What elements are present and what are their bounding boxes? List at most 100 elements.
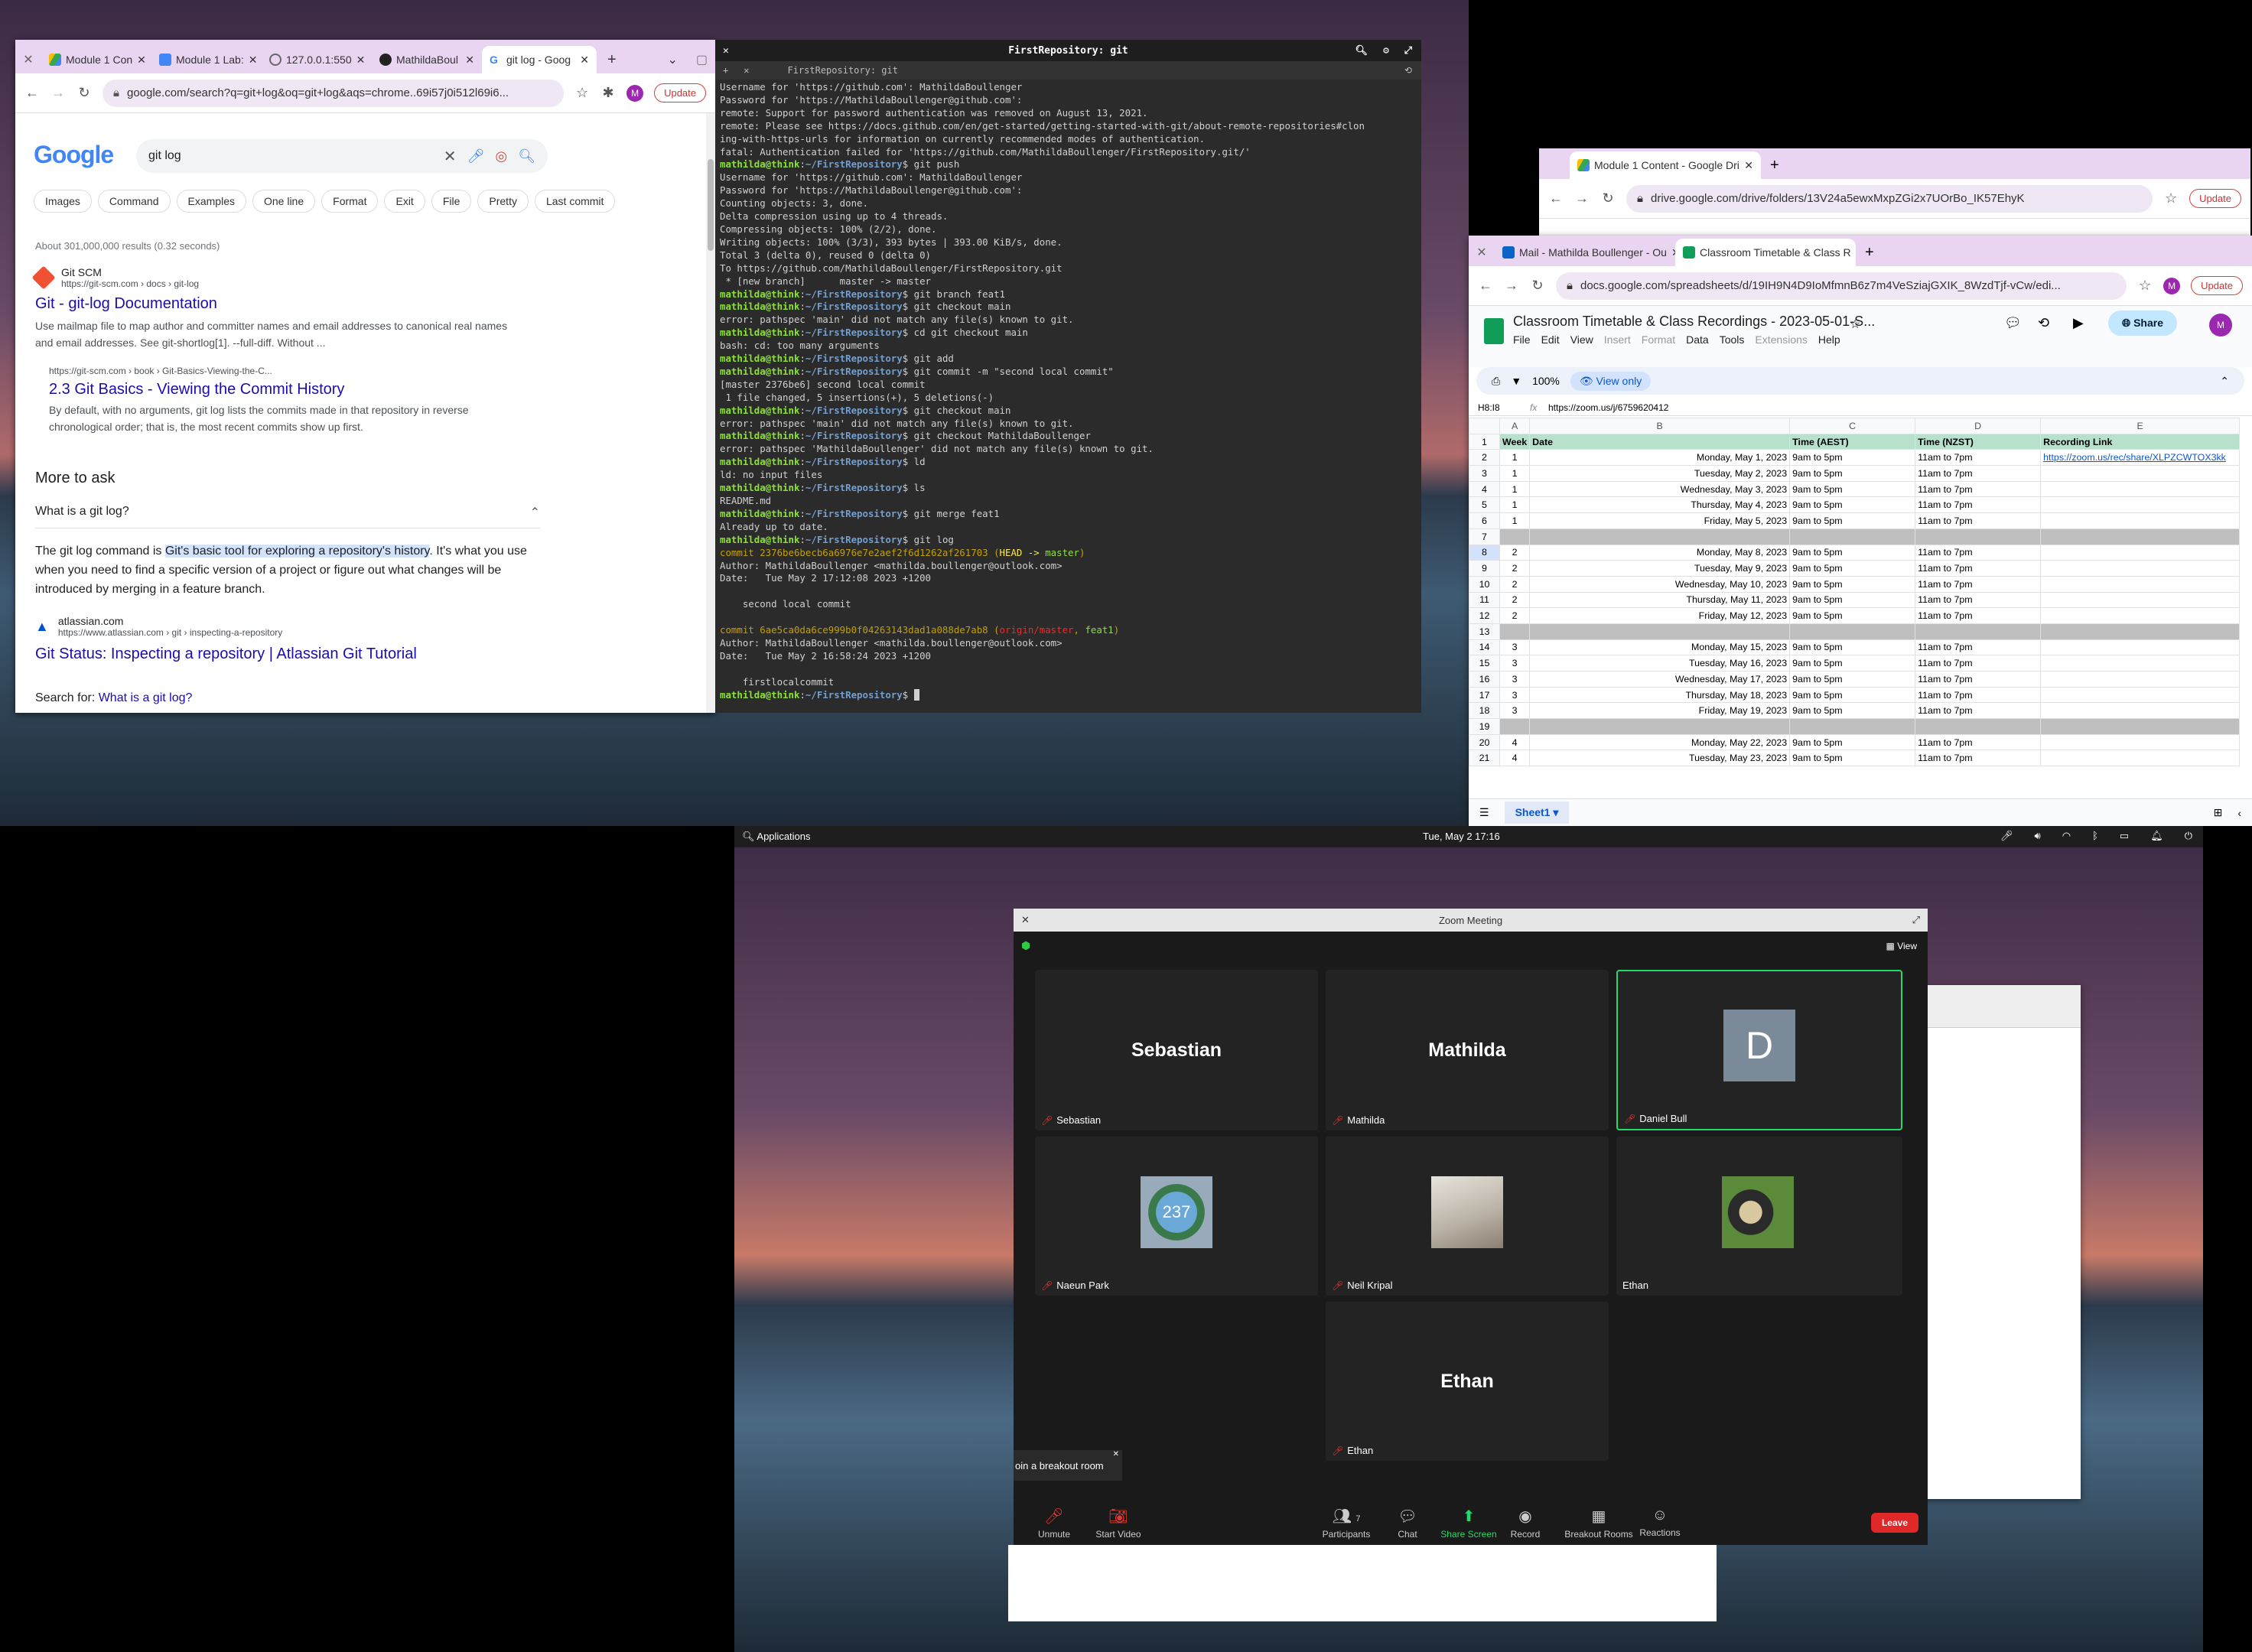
close-window-icon[interactable]: ✕ xyxy=(15,46,41,73)
cell[interactable]: 9am to 5pm xyxy=(1789,655,1916,672)
update-button[interactable]: Update xyxy=(2191,276,2243,295)
cell[interactable]: 11am to 7pm xyxy=(1915,750,2042,767)
table-row[interactable]: 3 1 Tuesday, May 2, 2023 9am to 5pm 11am to … xyxy=(1469,465,2241,482)
close-tab-icon[interactable]: ✕ xyxy=(580,54,589,67)
cell[interactable]: 3 xyxy=(1499,655,1531,672)
table-row[interactable]: 4 1 Wednesday, May 3, 2023 9am to 5pm 11am t… xyxy=(1469,480,2241,498)
cell[interactable]: Tuesday, May 23, 2023 xyxy=(1529,750,1791,767)
terminal-output[interactable]: Username for 'https://github.com': Mathi… xyxy=(715,80,1421,704)
history-icon[interactable]: ⟲ xyxy=(1404,65,1412,76)
cell[interactable]: 4 xyxy=(1499,750,1531,767)
row-number[interactable]: 3 xyxy=(1469,465,1500,482)
cell[interactable] xyxy=(2040,465,2241,482)
cell[interactable] xyxy=(1789,718,1916,735)
cell[interactable]: 2 xyxy=(1499,544,1531,561)
extensions-icon[interactable]: ✱ xyxy=(600,85,616,101)
close-tab-icon[interactable]: ✕ xyxy=(137,54,146,67)
table-row[interactable]: 19 xyxy=(1469,718,2241,735)
cell[interactable]: 1 xyxy=(1499,480,1531,498)
url-field[interactable]: 🔒︎ docs.google.com/spreadsheets/d/19IH9N4… xyxy=(1556,272,2127,300)
chevron-left-icon[interactable]: ‹ xyxy=(2237,807,2241,819)
sheets-logo-icon[interactable] xyxy=(1484,318,1504,344)
column-header[interactable]: D xyxy=(1915,418,2042,434)
header-cell[interactable]: Week xyxy=(1499,433,1531,450)
cell[interactable]: 11am to 7pm xyxy=(1915,480,2042,498)
cell[interactable]: Monday, May 15, 2023 xyxy=(1529,639,1791,656)
record-button[interactable]: ◉ Record xyxy=(1491,1507,1560,1540)
filter-chip[interactable]: Pretty xyxy=(477,190,529,213)
close-tab-icon[interactable]: ✕ xyxy=(744,65,749,76)
terminal-tab[interactable]: FirstRepository: git xyxy=(787,65,898,76)
cell[interactable]: Tuesday, May 9, 2023 xyxy=(1529,560,1791,577)
row-number[interactable]: 14 xyxy=(1469,639,1500,656)
cell[interactable]: 9am to 5pm xyxy=(1789,671,1916,688)
cell[interactable]: 9am to 5pm xyxy=(1789,686,1916,704)
table-row[interactable]: 20 4 Monday, May 22, 2023 9am to 5pm 11am to… xyxy=(1469,733,2241,751)
history-icon[interactable]: ⟲ xyxy=(2038,315,2049,331)
applications-menu[interactable]: 🔍︎ Applications xyxy=(742,831,811,843)
row-number[interactable]: 1 xyxy=(1469,433,1500,450)
cell[interactable]: 9am to 5pm xyxy=(1789,449,1916,467)
back-icon[interactable]: ← xyxy=(24,85,40,101)
menu-item[interactable]: Help xyxy=(1818,333,1840,346)
table-row[interactable]: 6 1 Friday, May 5, 2023 9am to 5pm 11am to 7… xyxy=(1469,512,2241,529)
faq-item[interactable]: What is a git log? ⌃ xyxy=(35,505,540,528)
table-row[interactable]: 21 4 Tuesday, May 23, 2023 9am to 5pm 11am t… xyxy=(1469,750,2241,767)
cell[interactable] xyxy=(1529,528,1791,545)
filter-chip[interactable]: Command xyxy=(97,190,171,213)
sheet-tab[interactable]: Sheet1 ▾ xyxy=(1504,802,1570,824)
breakout-tooltip[interactable]: oin a breakout room ✕ xyxy=(1014,1450,1122,1481)
row-number[interactable]: 9 xyxy=(1469,560,1500,577)
star-icon[interactable]: ☆ xyxy=(2137,278,2153,294)
table-row[interactable]: 13 xyxy=(1469,623,2241,640)
tab-github[interactable]: MathildaBoul ✕ xyxy=(372,46,482,73)
cell[interactable]: 11am to 7pm xyxy=(1915,496,2042,514)
participants-button[interactable]: 👥︎ 7 Participants xyxy=(1312,1507,1381,1540)
cell[interactable]: 11am to 7pm xyxy=(1915,671,2042,688)
row-number[interactable]: 21 xyxy=(1469,750,1500,767)
cell[interactable]: 3 xyxy=(1499,639,1531,656)
search-input[interactable]: git log xyxy=(148,149,433,163)
all-sheets-icon[interactable]: ☰ xyxy=(1479,806,1489,819)
cell[interactable]: 11am to 7pm xyxy=(1915,560,2042,577)
zoom-select[interactable]: 100% xyxy=(1532,375,1560,387)
participant-tile[interactable]: Ethan xyxy=(1616,1137,1902,1296)
table-row[interactable]: 11 2 Thursday, May 11, 2023 9am to 5pm 11am … xyxy=(1469,591,2241,609)
cell[interactable]: Thursday, May 4, 2023 xyxy=(1529,496,1791,514)
table-row[interactable]: 14 3 Monday, May 15, 2023 9am to 5pm 11am to… xyxy=(1469,639,2241,656)
cell[interactable]: 11am to 7pm xyxy=(1915,639,2042,656)
cell[interactable]: 9am to 5pm xyxy=(1789,544,1916,561)
spreadsheet-grid[interactable]: A B C D E 1 Week Date Time (AEST) Time (NZST) Reco… xyxy=(1469,418,2252,772)
menu-item[interactable]: Insert xyxy=(1604,333,1631,346)
search-icon[interactable]: 🔍︎ xyxy=(518,148,535,164)
participant-tile[interactable]: 🎤︎ Neil Kripal xyxy=(1326,1137,1609,1296)
cell[interactable] xyxy=(1915,528,2042,545)
cell[interactable] xyxy=(2040,560,2241,577)
view-button[interactable]: ▦ View xyxy=(1886,941,1917,951)
start-video-button[interactable]: 📷︎ Start Video xyxy=(1084,1507,1153,1540)
lens-icon[interactable]: ◎ xyxy=(495,148,507,164)
new-tab-icon[interactable]: + xyxy=(1761,151,1788,179)
forward-icon[interactable]: → xyxy=(1504,278,1519,294)
cell[interactable]: 11am to 7pm xyxy=(1915,702,2042,720)
tab-drive[interactable]: Module 1 Content - Google Dri ✕ xyxy=(1570,151,1761,179)
star-icon[interactable]: ☆ xyxy=(2163,190,2179,206)
table-row[interactable]: 16 3 Wednesday, May 17, 2023 9am to 5pm 11am… xyxy=(1469,671,2241,688)
cell[interactable] xyxy=(1499,623,1531,640)
wifi-icon[interactable]: ◠ xyxy=(2062,830,2071,842)
cell[interactable]: 9am to 5pm xyxy=(1789,639,1916,656)
menu-item[interactable]: Edit xyxy=(1541,333,1560,346)
menu-item[interactable]: Extensions xyxy=(1755,333,1807,346)
row-number[interactable]: 6 xyxy=(1469,512,1500,529)
forward-icon[interactable]: → xyxy=(1574,190,1590,206)
cell[interactable]: Monday, May 1, 2023 xyxy=(1529,449,1791,467)
cell[interactable]: 2 xyxy=(1499,560,1531,577)
cell[interactable] xyxy=(2040,544,2241,561)
cell[interactable]: 11am to 7pm xyxy=(1915,449,2042,467)
url-field[interactable]: 🔒︎ drive.google.com/drive/folders/13V24a5… xyxy=(1626,184,2153,213)
row-number[interactable]: 10 xyxy=(1469,575,1500,593)
reload-icon[interactable]: ↻ xyxy=(1530,278,1545,294)
cell[interactable] xyxy=(2040,591,2241,609)
cell[interactable]: 9am to 5pm xyxy=(1789,496,1916,514)
tab-mail[interactable]: Mail - Mathilda Boullenger - Ou✕ xyxy=(1495,239,1675,266)
